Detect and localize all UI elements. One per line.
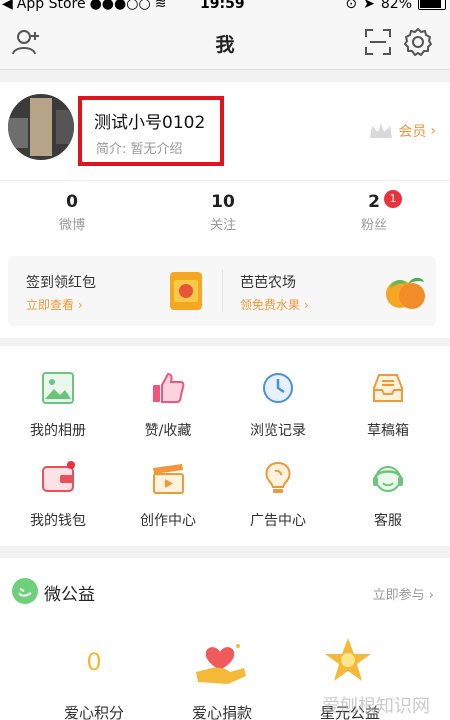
grid-item-label: 我的相册: [30, 423, 86, 439]
username[interactable]: 测试小号0102: [94, 108, 205, 133]
promo-red-envelope[interactable]: 签到领红包 立即查看 ›: [8, 256, 222, 326]
stat-following[interactable]: 10 关注: [173, 192, 273, 233]
lock-rotation-icon: ⊙: [345, 0, 358, 12]
user-bio: 简介: 暂无介绍: [96, 142, 183, 157]
grid-item-wallet[interactable]: 我的钱包: [2, 460, 114, 548]
stat-followers[interactable]: 2 粉丝 1: [324, 190, 424, 233]
back-arrow-icon[interactable]: ◀: [2, 0, 13, 11]
grid-item-label: 赞/收藏: [144, 423, 192, 439]
carrier-label: App Store: [16, 0, 86, 12]
charity-card: 微公益 立即参与 › 0 爱心积分 爱心捐款 星元公益 爱刨根知识网: [0, 558, 450, 720]
nav-bar: 我: [0, 14, 450, 70]
location-icon: ➤: [363, 0, 375, 12]
wallet-icon: [42, 461, 75, 492]
history-icon: [263, 373, 293, 403]
grid-item-label: 客服: [374, 513, 402, 529]
vip-button[interactable]: 会员 ›: [368, 120, 436, 142]
battery-icon: [418, 0, 446, 10]
promo-action: 领免费水果 ›: [240, 298, 309, 312]
stat-count: 2: [368, 192, 380, 212]
avatar[interactable]: [8, 94, 74, 160]
promo-banner: 签到领红包 立即查看 › 芭芭农场 领免费水果 ›: [8, 256, 436, 326]
grid-item-label: 我的钱包: [30, 513, 86, 529]
settings-icon[interactable]: [402, 26, 434, 58]
donate-icon: [196, 644, 246, 684]
drafts-icon: [373, 374, 403, 402]
grid-item-likes[interactable]: 赞/收藏: [112, 370, 224, 458]
battery-percent: 82%: [380, 0, 412, 12]
stat-label: 微博: [58, 218, 85, 233]
stat-count: 0: [66, 192, 78, 212]
grid-item-label: 创作中心: [140, 513, 196, 529]
grid-item-label: 广告中心: [250, 513, 306, 529]
grid-item-creator[interactable]: 创作中心: [112, 460, 224, 548]
fruit-icon: [386, 277, 425, 309]
like-icon: [153, 372, 185, 403]
grid-item-label: 草稿箱: [367, 423, 409, 439]
promo-title: 芭芭农场: [240, 275, 296, 291]
signal-icon: ●●●○○: [89, 0, 151, 12]
profile-card: 测试小号0102 简介: 暂无介绍 会员 › 0 微博 10 关注 2 粉丝 1…: [0, 82, 450, 338]
clock: 19:59: [200, 0, 245, 12]
charity-icon: [12, 578, 38, 604]
vip-label: 会员: [398, 124, 427, 140]
charity-join-link[interactable]: 立即参与 ›: [373, 584, 434, 603]
support-icon: [373, 466, 403, 492]
promo-farm[interactable]: 芭芭农场 领免费水果 ›: [222, 256, 436, 326]
charity-item-label: 爱心积分: [63, 704, 124, 720]
ad-icon: [265, 461, 291, 493]
scan-icon[interactable]: [362, 26, 394, 58]
star-charity-icon: [325, 638, 371, 681]
stat-label: 关注: [209, 218, 236, 233]
album-icon: [42, 372, 74, 404]
crown-icon: [370, 123, 393, 138]
wifi-icon: ≋: [154, 0, 167, 12]
charity-item-label: 爱心捐款: [191, 704, 252, 720]
stat-posts[interactable]: 0 微博: [22, 192, 122, 233]
stats-row: 0 微博 10 关注 2 粉丝 1: [0, 190, 450, 242]
red-envelope-icon: [170, 272, 202, 310]
charity-title: 微公益: [44, 585, 95, 605]
grid-item-support[interactable]: 客服: [332, 460, 444, 548]
divider: [0, 180, 450, 181]
notification-badge: 1: [384, 190, 402, 208]
grid-item-drafts[interactable]: 草稿箱: [332, 370, 444, 458]
grid-item-album[interactable]: 我的相册: [2, 370, 114, 458]
stat-label: 粉丝: [360, 218, 387, 233]
watermark: 爱刨根知识网: [322, 696, 430, 717]
stat-count: 10: [211, 192, 235, 212]
charity-points-value: 0: [86, 648, 102, 676]
chevron-right-icon: ›: [430, 123, 436, 139]
grid-item-label: 浏览记录: [250, 423, 306, 439]
promo-title: 签到领红包: [26, 275, 96, 291]
grid-item-ad-center[interactable]: 广告中心: [222, 460, 334, 548]
feature-grid: 我的相册 赞/收藏 浏览记录 草稿箱 我的钱包 创作中心 广告中心 客服: [0, 346, 450, 546]
grid-item-history[interactable]: 浏览记录: [222, 370, 334, 458]
promo-action: 立即查看 ›: [26, 298, 83, 312]
creator-icon: [153, 464, 184, 494]
status-bar: ◀ App Store ●●●○○ ≋ 19:59 ⊙ ➤ 82%: [0, 0, 450, 14]
